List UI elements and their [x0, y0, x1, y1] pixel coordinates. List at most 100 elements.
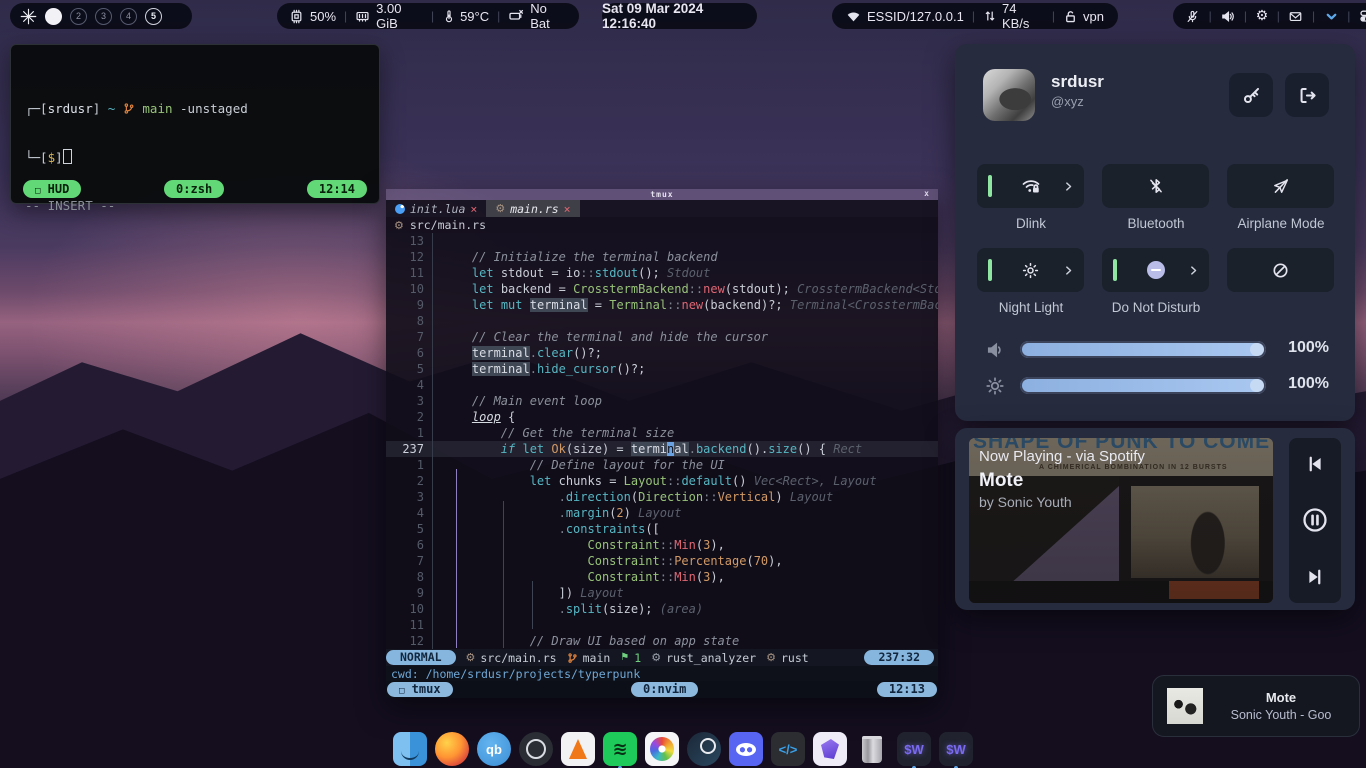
tab-close-icon[interactable]: × [564, 202, 571, 216]
mail-icon[interactable] [1288, 9, 1303, 24]
dock-obs[interactable] [519, 732, 553, 766]
settings-gear-icon[interactable]: ⚙ [1256, 8, 1269, 24]
code-line[interactable]: 11 let stdout = io::stdout(); Stdout [386, 265, 938, 281]
terminal-window[interactable]: ┌─[srdusr] ~ main -unstaged └─[$] -- INS… [10, 44, 380, 204]
tmux-session-pill[interactable]: □ HUD [23, 180, 81, 198]
toggle-wifi-dlink[interactable] [977, 164, 1084, 208]
code-line[interactable]: 10 let backend = CrosstermBackend::new(s… [386, 281, 938, 297]
logo-star-icon[interactable] [20, 8, 37, 25]
notification-album-thumb [1167, 688, 1203, 724]
obs-ring-icon [526, 739, 546, 759]
slider-knob[interactable] [1250, 379, 1264, 392]
code-editor[interactable]: 1312 // Initialize the terminal backend1… [386, 233, 938, 649]
terminal-tmux-bar: □ HUD 0:zsh 12:14 [23, 180, 367, 198]
dock-firefox[interactable] [435, 732, 469, 766]
code-line[interactable]: 8 [386, 313, 938, 329]
next-track-button[interactable] [1305, 567, 1325, 587]
slider-knob[interactable] [1250, 343, 1264, 356]
brightness-slider[interactable] [1020, 377, 1266, 394]
toggle-do-not-disturb[interactable] [1102, 248, 1209, 292]
code-line[interactable]: 3 .direction(Direction::Vertical) Layout [386, 489, 938, 505]
code-line[interactable]: 7 Constraint::Percentage(70), [386, 553, 938, 569]
dock-qbittorrent[interactable]: qb [477, 732, 511, 766]
dock-file-manager[interactable] [393, 732, 427, 766]
code-line[interactable]: 5 terminal.hide_cursor()?; [386, 361, 938, 377]
dock-spotify[interactable]: ≋ [603, 732, 637, 766]
memory-value: 3.00 GiB [376, 1, 423, 31]
dock-discord[interactable] [729, 732, 763, 766]
tmux-session-pill[interactable]: □ tmux [387, 682, 453, 697]
code-line[interactable]: 2 loop { [386, 409, 938, 425]
logout-button[interactable] [1285, 73, 1329, 117]
dock-steam[interactable] [687, 732, 721, 766]
toggle-night-light[interactable] [977, 248, 1084, 292]
code-line[interactable]: 2 let chunks = Layout::default() Vec<Rec… [386, 473, 938, 489]
chevron-right-icon[interactable] [1063, 181, 1074, 192]
volume-slider[interactable] [1020, 341, 1266, 358]
code-line[interactable]: 7 // Clear the terminal and hide the cur… [386, 329, 938, 345]
tab-init-lua[interactable]: init.lua × [386, 200, 486, 217]
dock-vlc[interactable] [561, 732, 595, 766]
code-line[interactable]: 5 .constraints([ [386, 521, 938, 537]
code-line[interactable]: 13 [386, 233, 938, 249]
code-line[interactable]: 1 // Define layout for the UI [386, 457, 938, 473]
topbar-clock[interactable]: Sat 09 Mar 2024 12:16:40 [602, 3, 757, 29]
dock-sw-app-2[interactable]: $W [939, 732, 973, 766]
indent-guide [503, 501, 504, 648]
lock-keys-button[interactable] [1229, 73, 1273, 117]
tmux-window-pill[interactable]: 0:nvim [631, 682, 698, 697]
code-line[interactable]: 10 .split(size); (area) [386, 601, 938, 617]
clock-value: Sat 09 Mar 2024 12:16:40 [602, 1, 757, 31]
editor-window[interactable]: tmux x init.lua × ⚙ main.rs × ⚙ src/main… [386, 189, 938, 698]
toggle-disabled[interactable] [1227, 248, 1334, 292]
code-line[interactable]: 6 terminal.clear()?; [386, 345, 938, 361]
editor-tmux-bar: □ tmux 0:nvim 12:13 [386, 681, 938, 698]
mic-muted-icon[interactable] [1185, 9, 1200, 24]
chevron-down-icon[interactable] [1324, 9, 1339, 24]
chevron-right-icon[interactable] [1188, 265, 1199, 276]
code-line[interactable]: 11 [386, 617, 938, 633]
code-line[interactable]: 8 Constraint::Min(3), [386, 569, 938, 585]
workspace-1[interactable] [45, 8, 62, 25]
chevron-right-icon[interactable] [1063, 265, 1074, 276]
tab-main-rs[interactable]: ⚙ main.rs × [486, 200, 579, 217]
window-titlebar[interactable]: tmux x [386, 189, 938, 200]
code-line[interactable]: 9 let mut terminal = Terminal::new(backe… [386, 297, 938, 313]
previous-track-button[interactable] [1305, 454, 1325, 474]
workspace-5[interactable]: 5 [145, 8, 162, 25]
volume-icon[interactable] [1220, 9, 1235, 24]
toggle-airplane-mode[interactable] [1227, 164, 1334, 208]
code-line[interactable]: 1 // Get the terminal size [386, 425, 938, 441]
dock-vscode[interactable]: </> [771, 732, 805, 766]
dock-trash[interactable] [855, 732, 889, 766]
pause-button[interactable] [1301, 506, 1329, 534]
code-line[interactable]: 12 // Initialize the terminal backend [386, 249, 938, 265]
workspace-4[interactable]: 4 [120, 8, 137, 25]
notification-body: Sonic Youth - Goo [1203, 708, 1359, 722]
toggle-bluetooth[interactable] [1102, 164, 1209, 208]
git-branch-icon [567, 652, 578, 664]
user-name: srdusr [1051, 72, 1104, 92]
code-line[interactable]: 4 .margin(2) Layout [386, 505, 938, 521]
cpu-icon [289, 9, 304, 24]
dock-photos[interactable] [645, 732, 679, 766]
code-line[interactable]: 237 if let Ok(size) = terminal.backend()… [386, 441, 938, 457]
workspace-2[interactable]: 2 [70, 8, 87, 25]
dock-sw-app-1[interactable]: $W [897, 732, 931, 766]
tmux-window-pill[interactable]: 0:zsh [164, 180, 224, 198]
avatar[interactable] [983, 69, 1035, 121]
toggles-icon[interactable] [1359, 8, 1366, 24]
workspace-3[interactable]: 3 [95, 8, 112, 25]
indent-guide-scope [456, 469, 457, 648]
tab-close-icon[interactable]: × [470, 202, 477, 216]
code-line[interactable]: 4 [386, 377, 938, 393]
volume-value: 100% [1288, 339, 1329, 357]
finder-face-icon [401, 746, 419, 760]
code-line[interactable]: 3 // Main event loop [386, 393, 938, 409]
dock-obsidian[interactable] [813, 732, 847, 766]
code-line[interactable]: 6 Constraint::Min(3), [386, 537, 938, 553]
window-close-button[interactable]: x [924, 189, 930, 198]
code-line[interactable]: 9 ]) Layout [386, 585, 938, 601]
code-line[interactable]: 12 // Draw UI based on app state [386, 633, 938, 649]
notification-card[interactable]: Mote Sonic Youth - Goo [1152, 675, 1360, 737]
